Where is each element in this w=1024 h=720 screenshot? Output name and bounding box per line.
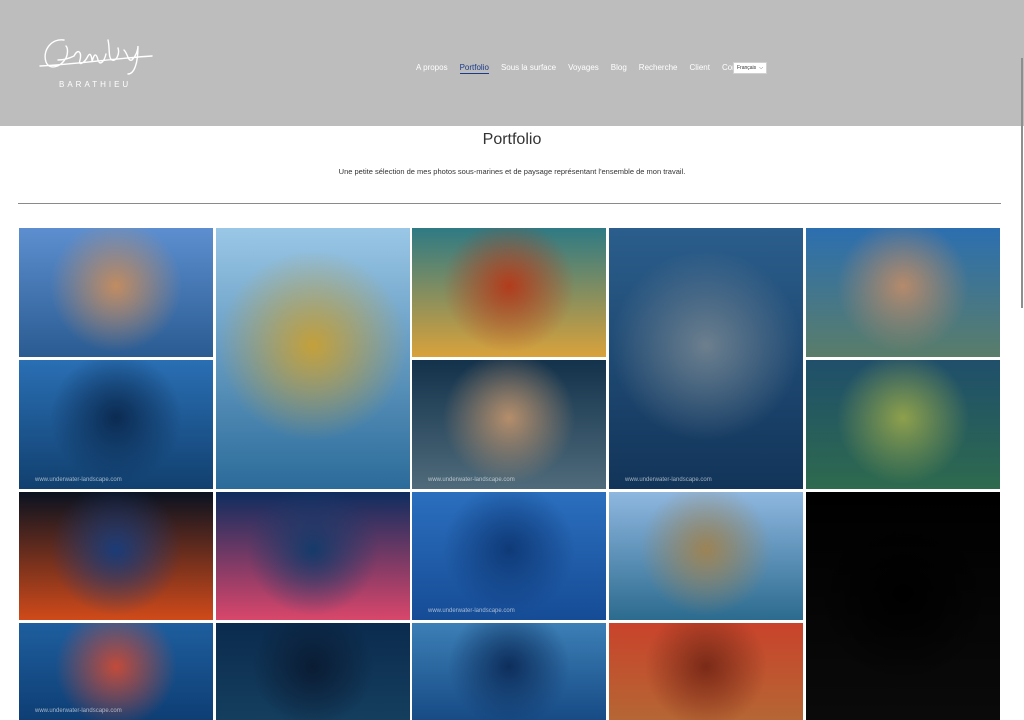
gallery-photo-coral-reflection[interactable]: www.underwater-landscape.com (412, 360, 606, 489)
page-subtitle: Une petite sélection de mes photos sous-… (338, 167, 686, 176)
gallery-photo-reef-surface[interactable] (806, 228, 1000, 357)
gallery-photo-split-reef-shot[interactable] (19, 228, 213, 357)
signature-logo-icon (39, 39, 153, 75)
gallery-photo-ghost-pipefish[interactable] (806, 492, 1000, 720)
nav-item-client[interactable]: Client (689, 63, 709, 74)
logo-subtitle: BARATHIEU (59, 80, 132, 89)
page-title: Portfolio (482, 131, 542, 148)
gallery-photo-scorpionfish[interactable] (609, 623, 803, 720)
nav-item-voyages[interactable]: Voyages (568, 63, 599, 74)
site-header: BARATHIEU A propos Portfolio Sous la sur… (0, 0, 1024, 126)
page-scrollbar[interactable] (1021, 58, 1023, 308)
photo-watermark: www.underwater-landscape.com (625, 477, 712, 483)
nav-item-a-propos[interactable]: A propos (416, 63, 448, 74)
nav-item-sous-la-surface[interactable]: Sous la surface (501, 63, 556, 74)
gallery-photo-humpback-whale[interactable]: www.underwater-landscape.com (609, 228, 803, 489)
language-select[interactable]: Français ⌵ (733, 62, 767, 74)
nav-item-portfolio[interactable]: Portfolio (459, 63, 489, 74)
gallery-photo-divers-night[interactable] (216, 623, 410, 720)
gallery-photo-manta-ray[interactable]: www.underwater-landscape.com (19, 360, 213, 489)
gallery-photo-eye-closeup[interactable] (412, 228, 606, 357)
gallery-photo-fish-ball-coral[interactable]: www.underwater-landscape.com (19, 623, 213, 720)
nav-item-blog[interactable]: Blog (611, 63, 627, 74)
language-value: Français (737, 65, 757, 71)
chevron-down-icon: ⌵ (759, 65, 763, 71)
gallery-photo-golden-jellyfish[interactable] (216, 228, 410, 489)
photo-watermark: www.underwater-landscape.com (428, 608, 515, 614)
photo-watermark: www.underwater-landscape.com (428, 477, 515, 483)
nav-item-recherche[interactable]: Recherche (639, 63, 678, 74)
photo-watermark: www.underwater-landscape.com (35, 477, 122, 483)
photo-watermark: www.underwater-landscape.com (35, 708, 122, 714)
title-divider (18, 203, 1001, 204)
gallery-photo-red-coral[interactable] (216, 492, 410, 620)
gallery-photo-split-reef-fish[interactable] (609, 492, 803, 620)
gallery-photo-dolphins[interactable]: www.underwater-landscape.com (412, 492, 606, 620)
gallery-photo-mangrove[interactable] (806, 360, 1000, 489)
main-nav: A propos Portfolio Sous la surface Voyag… (416, 63, 762, 74)
gallery-photo-blue-eye-pattern[interactable] (19, 492, 213, 620)
gallery-photo-sardine-school[interactable] (412, 623, 606, 720)
site-logo[interactable]: BARATHIEU (38, 34, 154, 94)
